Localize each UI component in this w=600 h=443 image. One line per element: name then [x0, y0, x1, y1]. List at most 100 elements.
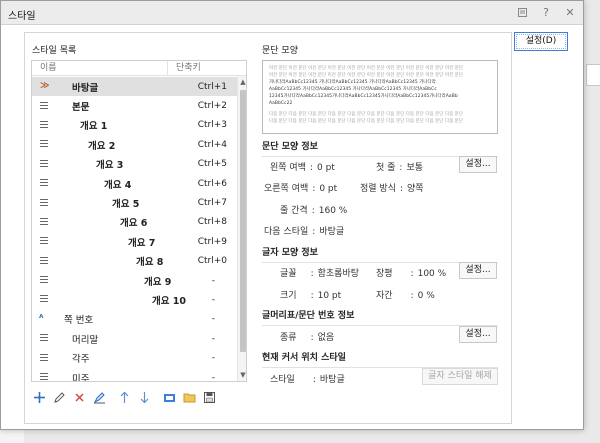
style-name: 개요 8	[136, 257, 164, 269]
paragraph-style-icon	[40, 334, 48, 344]
style-name: 바탕글	[72, 82, 99, 94]
style-list-item[interactable]: 개요 8 Ctrl+0	[32, 252, 237, 271]
style-shortcut: -	[211, 353, 215, 364]
open-icon[interactable]	[181, 389, 198, 406]
style-name: 머리말	[72, 334, 99, 346]
bullet-info-section: 글머리표/문단 번호 정보	[262, 308, 498, 326]
style-list-item[interactable]: 미주 -	[32, 368, 237, 382]
spacing-label: 자간	[376, 291, 393, 301]
char-style-icon: ᴬ	[39, 313, 44, 324]
import-icon[interactable]	[161, 389, 178, 406]
edit-icon[interactable]	[51, 389, 68, 406]
style-list-item[interactable]: 개요 2 Ctrl+4	[32, 135, 237, 154]
paragraph-style-icon	[40, 353, 48, 363]
style-shortcut: Ctrl+4	[197, 139, 227, 150]
preview-sample-2: AaBbCc12345 가나다라AaBbCc12345 가나다라AaBbCc12…	[269, 87, 437, 92]
style-name: 개요 2	[88, 140, 116, 152]
scroll-thumb[interactable]	[240, 90, 246, 352]
preview-sample-1: 가나다라AaBbCc12345 가나다라AaBbCc12345 가나다라AaBb…	[269, 80, 436, 85]
style-list-item[interactable]: 개요 4 Ctrl+6	[32, 174, 237, 193]
font-value: 함초롬바탕	[317, 269, 360, 279]
style-shortcut: -	[211, 294, 215, 305]
line-spacing-value: 160 %	[318, 206, 348, 216]
style-list-item[interactable]: 개요 10 -	[32, 290, 237, 309]
vertical-scrollbar[interactable]: ▲ ▼	[237, 76, 246, 381]
style-rows: ≫ 바탕글 Ctrl+1 본문 Ctrl+2 개요 1 Ctrl+3 개요 2 Ctrl+4 개요…	[32, 77, 237, 382]
style-shortcut: -	[211, 333, 215, 344]
paragraph-style-icon	[40, 101, 48, 111]
style-name: 본문	[72, 102, 90, 114]
current-style-value: 바탕글	[319, 375, 345, 385]
ratio-label: 장평	[376, 269, 393, 279]
scroll-down-icon[interactable]: ▼	[238, 369, 246, 381]
dialog-title: 스타일	[8, 11, 36, 22]
left-margin-label: 왼쪽 여백	[270, 163, 306, 173]
right-margin-row: 오른쪽 여백:0 pt	[264, 181, 337, 194]
style-shortcut: -	[211, 275, 215, 286]
preview-next-text-2: 다음 문단 다음 문단 다음 문단 다음 문단 다음 문단 다음 문단 다음 문…	[269, 119, 463, 124]
paragraph-settings-button[interactable]: 설정...	[459, 156, 497, 173]
style-list-item[interactable]: 본문 Ctrl+2	[32, 96, 237, 115]
close-icon[interactable]: ✕	[563, 5, 577, 19]
next-style-value: 바탕글	[319, 227, 345, 237]
size-label: 크기	[280, 291, 297, 301]
help-icon[interactable]: ?	[539, 5, 553, 19]
style-list-item[interactable]: 각주 -	[32, 348, 237, 367]
scroll-up-icon[interactable]: ▲	[238, 76, 246, 88]
column-header-name[interactable]: 이름	[32, 61, 168, 75]
next-style-label: 다음 스타일	[264, 227, 309, 237]
ratio-row: 장평:100 %	[376, 266, 446, 279]
first-line-label: 첫 줄	[376, 163, 396, 173]
style-shortcut: Ctrl+0	[197, 256, 227, 267]
style-list-item[interactable]: 개요 6 Ctrl+8	[32, 213, 237, 232]
style-shortcut: Ctrl+5	[197, 159, 227, 170]
char-info-title: 글자 모양 정보	[262, 245, 498, 263]
style-name: 미주	[72, 373, 90, 382]
style-name: 개요 10	[152, 295, 187, 307]
first-line-value: 보통	[406, 163, 424, 173]
style-name: 개요 5	[112, 199, 140, 211]
style-list-item[interactable]: 개요 7 Ctrl+9	[32, 232, 237, 251]
line-spacing-row: 줄 간격:160 %	[280, 203, 347, 216]
style-list-item[interactable]: ᴬ 쪽 번호 -	[32, 310, 237, 329]
replace-icon[interactable]	[91, 389, 108, 406]
add-icon[interactable]	[31, 389, 48, 406]
style-list-item[interactable]: ≫ 바탕글 Ctrl+1	[32, 77, 237, 97]
paragraph-style-icon	[40, 159, 48, 169]
preview-next-text: 다음 문단 다음 문단 다음 문단 다음 문단 다음 문단 다음 문단 다음 문…	[269, 112, 463, 117]
delete-icon[interactable]	[71, 389, 88, 406]
spacing-value: 0 %	[417, 291, 435, 301]
save-icon[interactable]	[201, 389, 218, 406]
style-list-item[interactable]: 머리말 -	[32, 329, 237, 348]
style-list-item[interactable]: 개요 3 Ctrl+5	[32, 155, 237, 174]
move-down-icon[interactable]	[136, 389, 153, 406]
style-name: 각주	[72, 354, 90, 366]
style-list-item[interactable]: 개요 5 Ctrl+7	[32, 193, 237, 212]
preview-prev-text-2: 이전 문단 이전 문단 이전 문단 이전 문단 이전 문단 이전 문단 이전 문…	[269, 73, 463, 78]
clear-char-style-button[interactable]: 글자 스타일 해제	[422, 368, 498, 385]
style-list-item[interactable]: 개요 1 Ctrl+3	[32, 116, 237, 135]
paragraph-style-icon	[40, 237, 48, 247]
right-margin-value: 0 pt	[319, 184, 338, 194]
bullet-settings-button[interactable]: 설정...	[459, 326, 497, 343]
style-shortcut: Ctrl+1	[197, 81, 227, 92]
bullet-type-row: 종류: 없음	[280, 330, 334, 343]
char-settings-button[interactable]: 설정...	[459, 262, 497, 279]
preview-sample-3: 12345가나다라AaBbCc12345가나다라AaBbCc12345가나다라A…	[269, 94, 458, 99]
style-name: 개요 6	[120, 218, 148, 230]
paragraph-style-icon	[40, 276, 48, 286]
style-list-item[interactable]: 개요 9 -	[32, 271, 237, 290]
background-tab-right	[586, 64, 600, 86]
move-up-icon[interactable]	[116, 389, 133, 406]
style-name: 개요 1	[80, 121, 108, 133]
confirm-button[interactable]: 설정(D)	[514, 32, 568, 51]
paragraph-style-icon	[40, 120, 48, 130]
style-shortcut: Ctrl+9	[197, 236, 227, 247]
column-header-shortcut[interactable]: 단축키	[168, 61, 238, 75]
current-style-title: 현재 커서 위치 스타일	[262, 350, 498, 368]
style-shortcut: Ctrl+2	[197, 101, 227, 112]
paragraph-style-icon	[40, 373, 48, 381]
current-style-section: 현재 커서 위치 스타일	[262, 350, 498, 368]
document-icon[interactable]	[515, 5, 529, 19]
paragraph-info-title: 문단 모양 정보	[262, 139, 498, 157]
